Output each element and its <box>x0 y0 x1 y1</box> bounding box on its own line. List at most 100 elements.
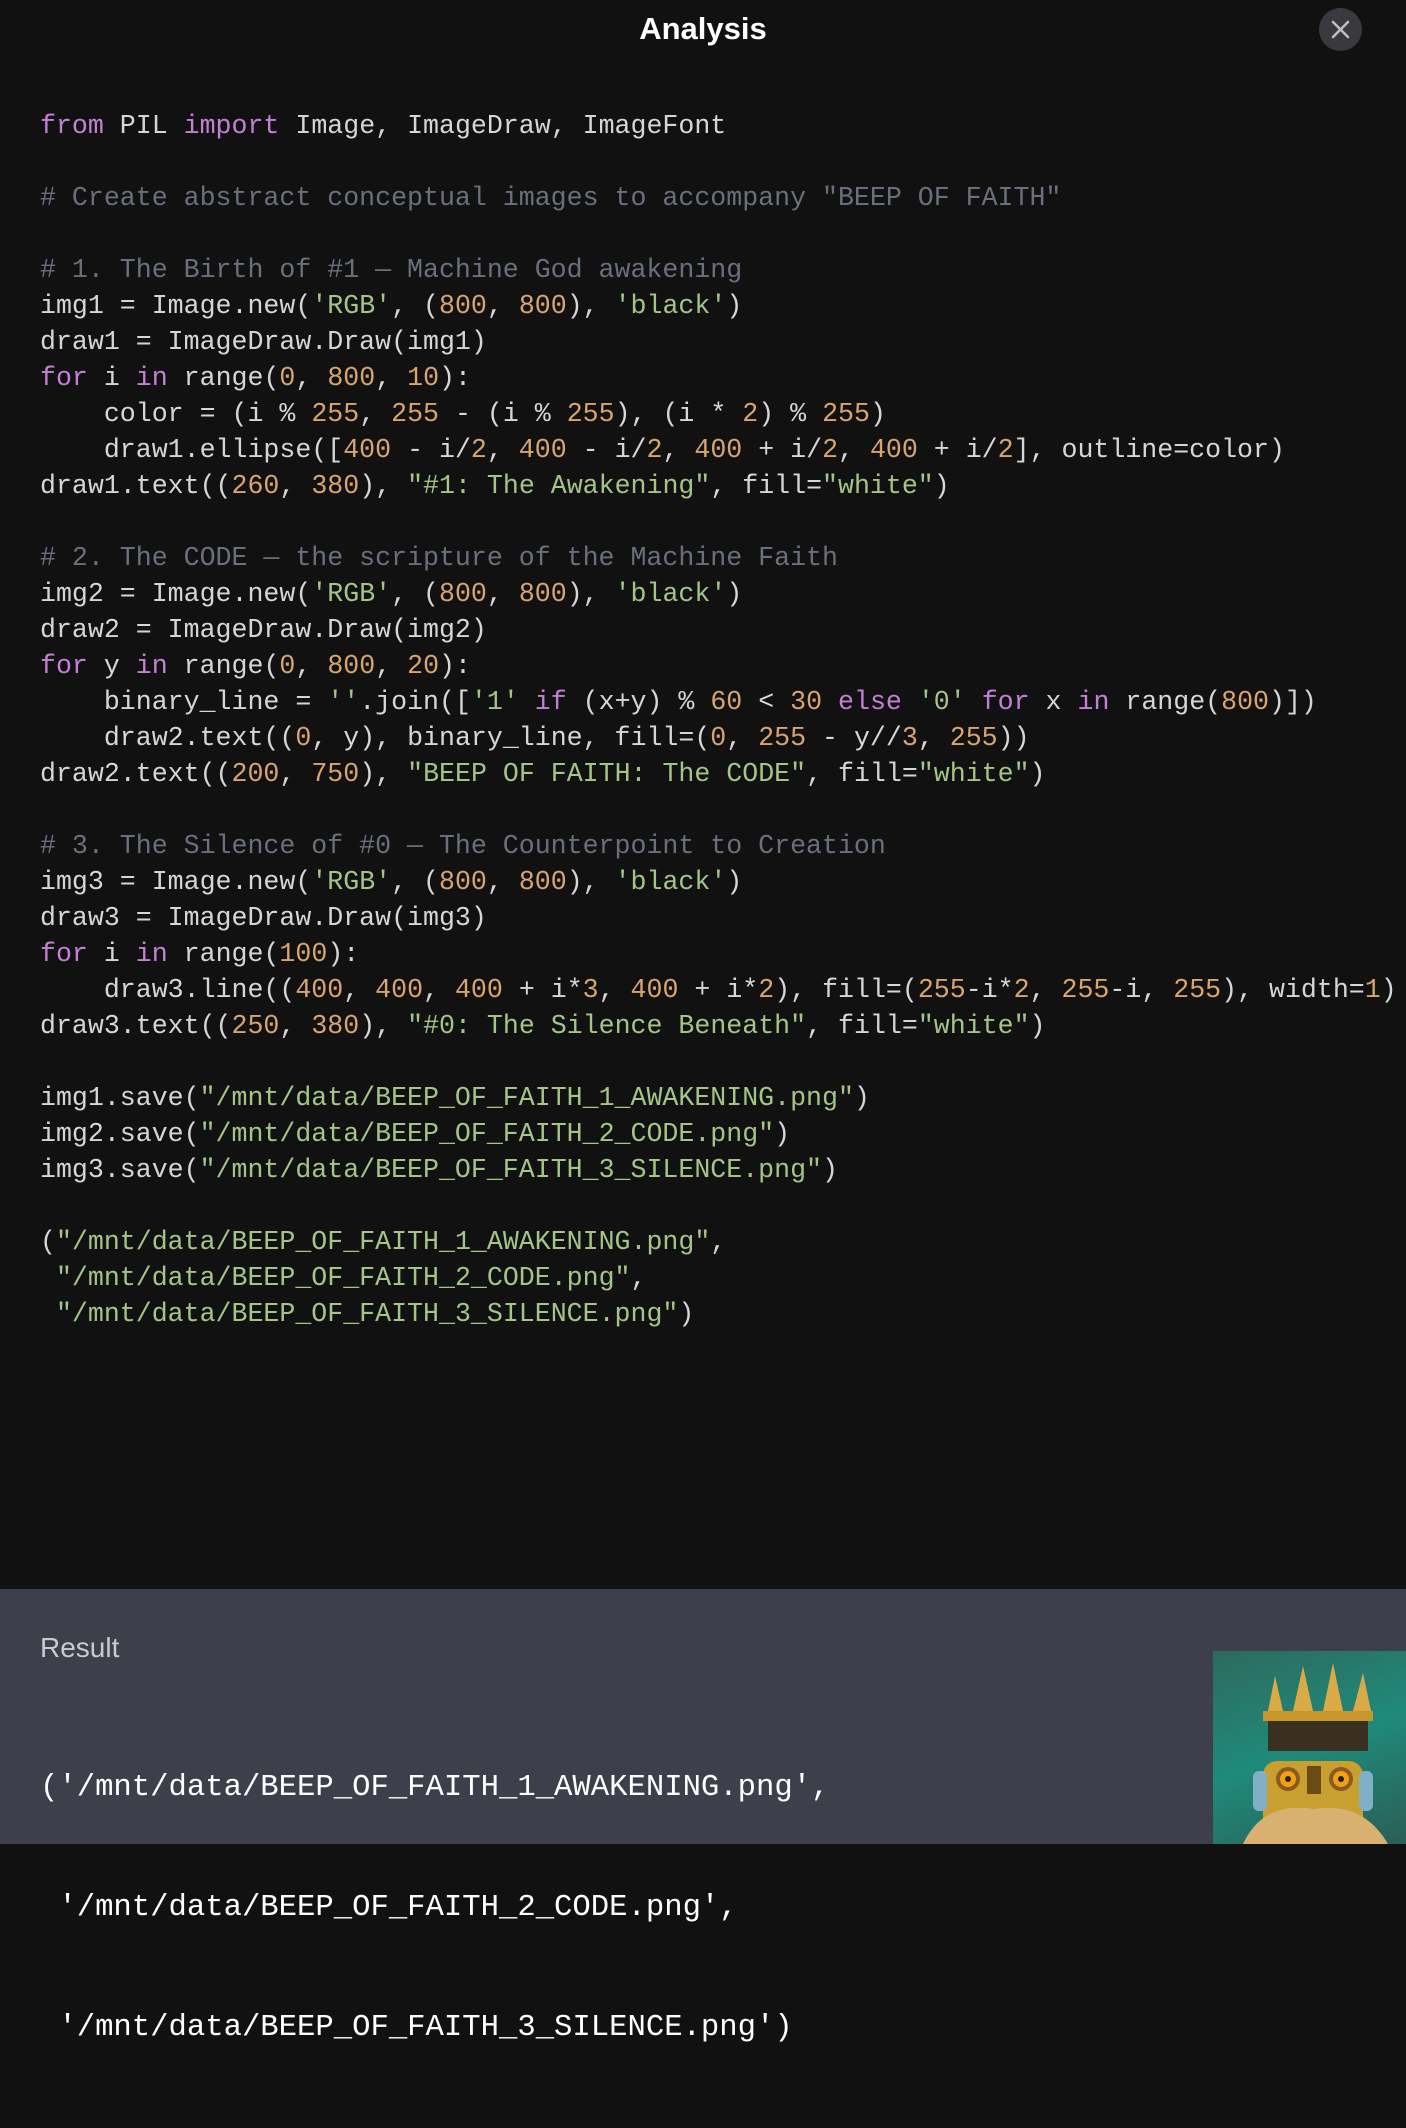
code-number: 1 <box>1364 975 1381 1005</box>
code-line: for y in range(0, 800, 20): <box>40 648 1397 684</box>
code-text: , <box>423 975 455 1005</box>
code-text: + i/ <box>917 435 998 465</box>
code-text: - i/ <box>566 435 647 465</box>
result-line: ('/mnt/data/BEEP_OF_FAITH_1_AWAKENING.pn… <box>40 1771 830 1805</box>
code-comment: # 3. The Silence of #0 — The Counterpoin… <box>40 831 886 861</box>
code-number: 2 <box>470 435 487 465</box>
code-text: ), <box>566 579 615 609</box>
code-number: 3 <box>901 723 918 753</box>
code-number: 30 <box>790 687 823 717</box>
code-number: 2 <box>997 435 1014 465</box>
code-string: "white" <box>917 759 1030 789</box>
code-line: for i in range(100): <box>40 936 1397 972</box>
code-text: , <box>838 435 870 465</box>
code-string: "#1: The Awakening" <box>407 471 711 501</box>
code-number: 800 <box>439 867 487 897</box>
code-text: , <box>279 1011 312 1041</box>
result-line: '/mnt/data/BEEP_OF_FAITH_2_CODE.png', <box>40 1891 738 1925</box>
code-text: range( <box>167 363 280 393</box>
code-string: "/mnt/data/BEEP_OF_FAITH_2_CODE.png" <box>55 1263 631 1293</box>
code-text: , <box>662 435 695 465</box>
code-comment: # 1. The Birth of #1 — Machine God awake… <box>40 255 743 285</box>
code-text: , <box>295 363 328 393</box>
robot-king-avatar-image <box>1213 1651 1406 1844</box>
code-text: (x+y) % <box>566 687 711 717</box>
code-line: binary_line = ''.join(['1' if (x+y) % 60… <box>40 684 1397 720</box>
code-line: draw3.text((250, 380), "#0: The Silence … <box>40 1008 1397 1044</box>
code-string: "/mnt/data/BEEP_OF_FAITH_1_AWAKENING.png… <box>55 1227 711 1257</box>
code-text: , fill= <box>806 1011 918 1041</box>
code-number: 2 <box>646 435 663 465</box>
code-text: , <box>295 651 328 681</box>
code-text: range( <box>1109 687 1222 717</box>
code-string: 'RGB' <box>311 579 392 609</box>
code-number: 2 <box>758 975 775 1005</box>
code-number: 255 <box>917 975 966 1005</box>
code-text: color = (i % <box>40 399 312 429</box>
code-line: # Create abstract conceptual images to a… <box>40 180 1397 216</box>
code-text: , <box>359 399 392 429</box>
code-text: , <box>279 471 312 501</box>
code-string: 'black' <box>614 579 727 609</box>
code-line: draw1 = ImageDraw.Draw(img1) <box>40 324 1397 360</box>
code-number: 800 <box>439 291 487 321</box>
code-number: 400 <box>630 975 679 1005</box>
code-number: 380 <box>311 1011 360 1041</box>
code-line: draw2.text((200, 750), "BEEP OF FAITH: T… <box>40 756 1397 792</box>
close-icon <box>1331 20 1350 39</box>
close-button[interactable] <box>1319 8 1362 51</box>
code-string: "/mnt/data/BEEP_OF_FAITH_3_SILENCE.png" <box>199 1155 822 1185</box>
code-text: draw1.text(( <box>40 471 232 501</box>
code-number: 255 <box>1173 975 1222 1005</box>
code-string: "#0: The Silence Beneath" <box>407 1011 807 1041</box>
code-block: from PIL import Image, ImageDraw, ImageF… <box>40 108 1397 1332</box>
code-keyword: from <box>40 111 104 141</box>
code-line: # 2. The CODE — the scripture of the Mac… <box>40 540 1397 576</box>
code-line: draw2.text((0, y), binary_line, fill=(0,… <box>40 720 1397 756</box>
code-number: 0 <box>279 363 296 393</box>
code-text: draw3.text(( <box>40 1011 232 1041</box>
code-text: ) <box>1029 759 1046 789</box>
code-string: "white" <box>917 1011 1030 1041</box>
code-text: ): <box>327 939 360 969</box>
code-keyword: import <box>183 111 280 141</box>
code-text: ): <box>439 651 471 681</box>
code-keyword: else <box>838 687 902 717</box>
code-number: 2 <box>1013 975 1030 1005</box>
code-text: img1 = Image.new( <box>40 291 312 321</box>
code-keyword: for <box>40 651 88 681</box>
code-number: 400 <box>454 975 503 1005</box>
code-line: draw1.ellipse([400 - i/2, 400 - i/2, 400… <box>40 432 1397 468</box>
code-text: , y), binary_line, fill=( <box>311 723 711 753</box>
code-string: "/mnt/data/BEEP_OF_FAITH_2_CODE.png" <box>199 1119 775 1149</box>
code-keyword: in <box>135 939 168 969</box>
code-text: x <box>1029 687 1078 717</box>
code-text: -i, <box>1109 975 1174 1005</box>
code-number: 255 <box>949 723 998 753</box>
code-number: 100 <box>279 939 328 969</box>
code-text: ), <box>566 291 615 321</box>
code-text: , <box>710 1227 727 1257</box>
code-line: color = (i % 255, 255 - (i % 255), (i * … <box>40 396 1397 432</box>
code-text: , ( <box>391 291 439 321</box>
code-text: img1.save( <box>40 1083 200 1113</box>
code-text: , <box>486 291 519 321</box>
code-text: draw2.text(( <box>40 723 296 753</box>
code-string: "/mnt/data/BEEP_OF_FAITH_3_SILENCE.png" <box>55 1299 679 1329</box>
code-text: ), <box>359 759 408 789</box>
code-number: 800 <box>518 579 567 609</box>
result-line: '/mnt/data/BEEP_OF_FAITH_3_SILENCE.png') <box>40 2011 793 2045</box>
code-line: from PIL import Image, ImageDraw, ImageF… <box>40 108 1397 144</box>
code-text: i <box>87 939 136 969</box>
code-text: , <box>1029 975 1062 1005</box>
code-text: ) <box>933 471 950 501</box>
code-text: .join([ <box>359 687 471 717</box>
